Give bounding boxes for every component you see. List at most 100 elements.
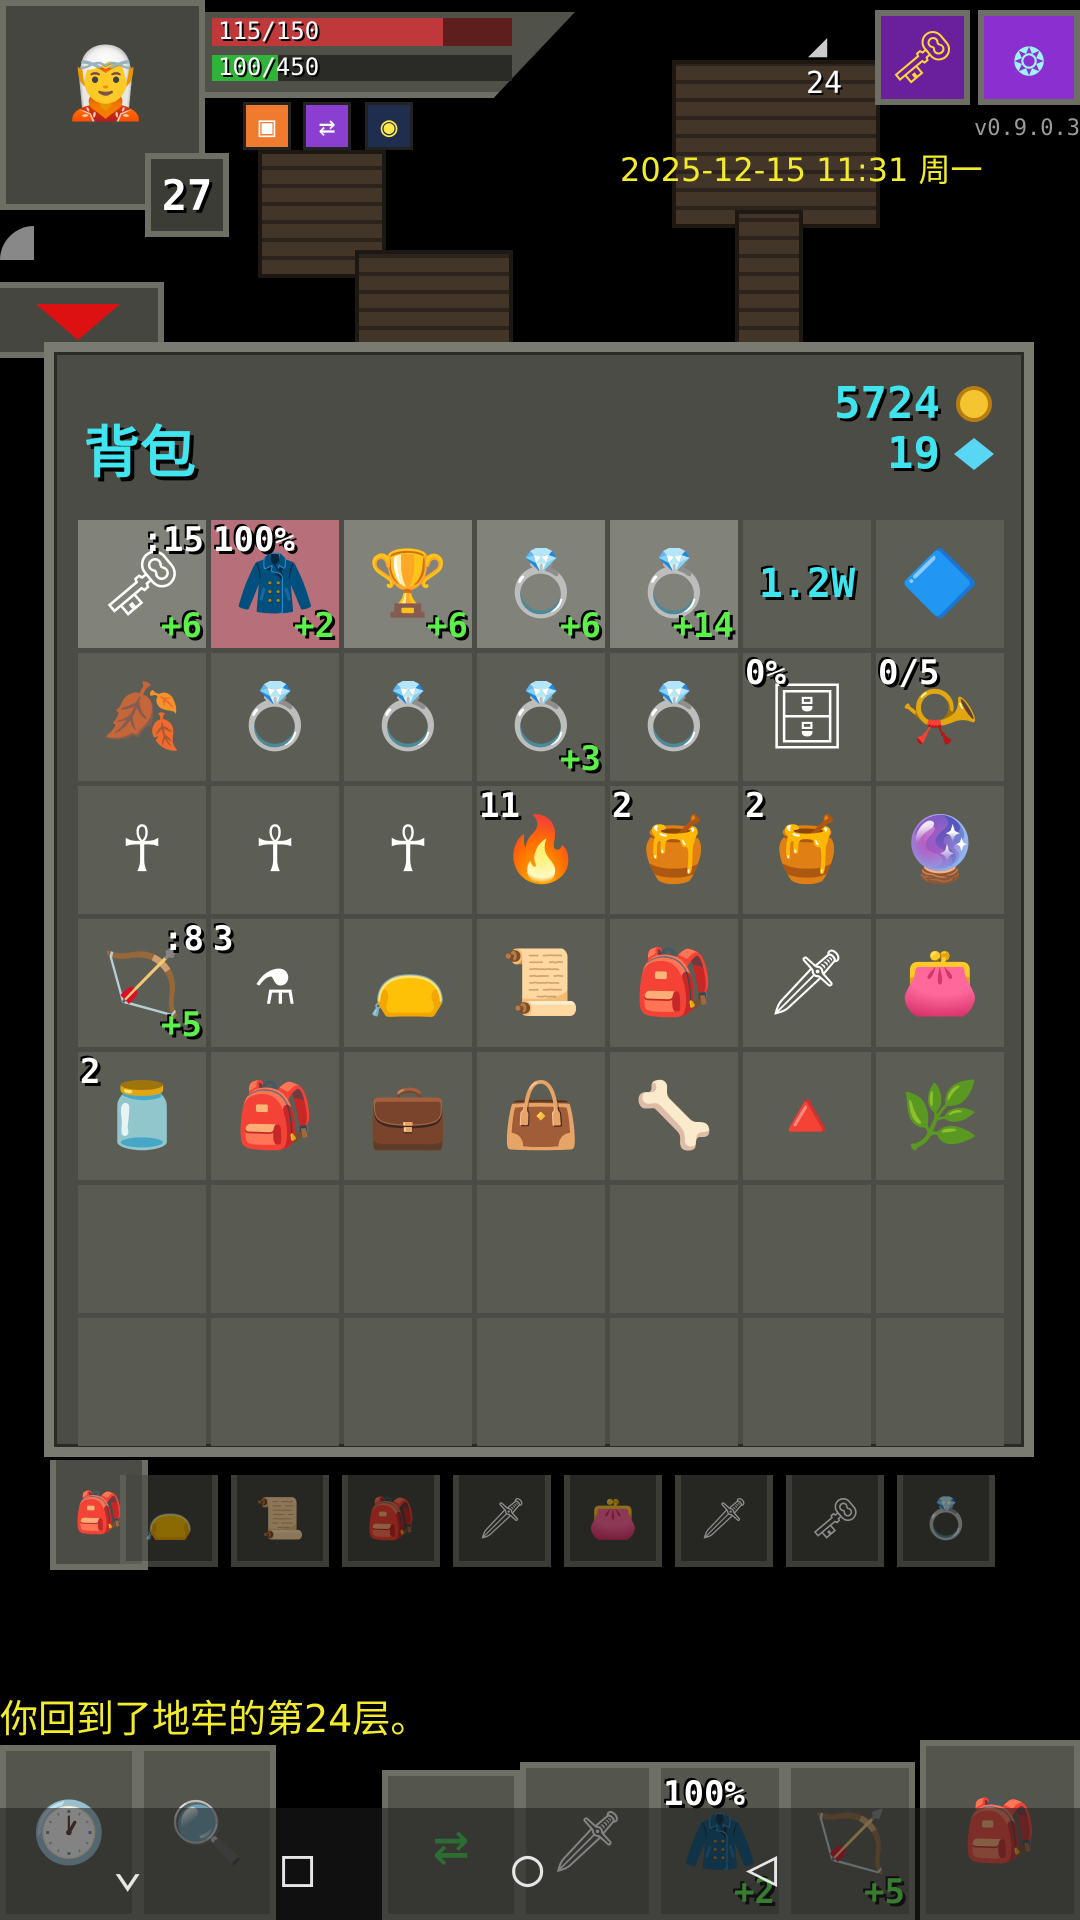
empty-inventory-slot[interactable] bbox=[211, 1318, 339, 1446]
inventory-slot[interactable]: ☥ bbox=[78, 786, 206, 914]
inventory-slot[interactable]: 🗄 0% bbox=[743, 653, 871, 781]
inventory-slot[interactable]: 🔮 bbox=[876, 786, 1004, 914]
gold-count: 5724 bbox=[834, 378, 940, 429]
chevron-down-icon[interactable]: ⌄ bbox=[112, 1838, 143, 1898]
home-square-icon[interactable]: □ bbox=[282, 1838, 313, 1898]
dungeon-wall bbox=[672, 60, 880, 228]
empty-inventory-slot[interactable] bbox=[610, 1185, 738, 1313]
inventory-slot[interactable]: 💍 bbox=[344, 653, 472, 781]
empty-inventory-slot[interactable] bbox=[344, 1185, 472, 1313]
inventory-slot[interactable]: ☥ bbox=[211, 786, 339, 914]
bag-tab[interactable]: 🗡 bbox=[675, 1475, 773, 1567]
small-bag-icon: 👜 bbox=[501, 1079, 581, 1153]
depth-text: 24 bbox=[806, 66, 843, 101]
inventory-slot[interactable]: 💼 bbox=[344, 1052, 472, 1180]
quantity-label: 0% bbox=[745, 653, 786, 693]
inventory-slot[interactable]: 🔺 bbox=[743, 1052, 871, 1180]
inventory-slot[interactable]: 🎒 bbox=[211, 1052, 339, 1180]
chest-bag-icon: 💼 bbox=[368, 1079, 448, 1153]
ring-icon: 💍 bbox=[235, 680, 315, 754]
gold-coin-icon bbox=[956, 386, 992, 422]
empty-inventory-slot[interactable] bbox=[477, 1318, 605, 1446]
bag-tab-icon: 📜 bbox=[255, 1495, 305, 1542]
buff-orange-icon[interactable]: ▣ bbox=[243, 102, 291, 150]
bag-tab-icon: 🗡 bbox=[476, 1495, 528, 1542]
journal-button[interactable]: 🗝 bbox=[875, 10, 970, 105]
inventory-slot[interactable]: 🍯 2 bbox=[743, 786, 871, 914]
bag-tab[interactable]: 💍 bbox=[897, 1475, 995, 1567]
inventory-slot[interactable]: 👛 bbox=[876, 919, 1004, 1047]
buff-purple-arrows-icon[interactable]: ⇄ bbox=[303, 102, 351, 150]
inventory-slot[interactable]: 👝 bbox=[344, 919, 472, 1047]
settings-button[interactable]: ❂ bbox=[978, 10, 1080, 105]
inventory-slot[interactable]: 📯 0/5 bbox=[876, 653, 1004, 781]
inventory-slot[interactable]: 🍂 bbox=[78, 653, 206, 781]
jar-icon: 🫙 bbox=[102, 1079, 182, 1153]
empty-inventory-slot[interactable] bbox=[78, 1318, 206, 1446]
ankh-icon: ☥ bbox=[122, 813, 162, 887]
hero-avatar: 🧝 bbox=[62, 42, 150, 124]
inventory-slot[interactable]: 🗡 bbox=[743, 919, 871, 1047]
purple-quiver-icon: 🗡 bbox=[766, 946, 848, 1020]
inventory-slot[interactable]: 🔥 11 bbox=[477, 786, 605, 914]
inventory-slot[interactable]: 🍯 2 bbox=[610, 786, 738, 914]
horn-icon: 📯 bbox=[900, 680, 980, 754]
red-triangle-icon bbox=[36, 304, 120, 340]
inventory-slot[interactable]: 🔷 bbox=[876, 520, 1004, 648]
inventory-slot[interactable]: 🏆 +6 bbox=[344, 520, 472, 648]
quantity-label: 2 bbox=[80, 1052, 101, 1092]
teal-bag-icon: 👝 bbox=[368, 946, 448, 1020]
bag-tab[interactable]: 📜 bbox=[231, 1475, 329, 1567]
inventory-slot[interactable]: 💍 bbox=[610, 653, 738, 781]
inventory-slot[interactable]: 🗝:15 +6 bbox=[78, 520, 206, 648]
circle-icon[interactable]: ○ bbox=[512, 1838, 543, 1898]
empty-inventory-slot[interactable] bbox=[344, 1318, 472, 1446]
empty-inventory-slot[interactable] bbox=[743, 1318, 871, 1446]
empty-inventory-slot[interactable] bbox=[743, 1185, 871, 1313]
dungeon-wall bbox=[355, 250, 513, 348]
inventory-slot[interactable]: 🏹:8 +5 bbox=[78, 919, 206, 1047]
inventory-slot[interactable]: 1.2W bbox=[743, 520, 871, 648]
inventory-slot[interactable]: 🧥 100% +2 bbox=[211, 520, 339, 648]
inventory-slot[interactable]: 🎒 bbox=[610, 919, 738, 1047]
scroll-bundle-icon: 📜 bbox=[501, 946, 581, 1020]
buff-light-icon[interactable]: ◉ bbox=[365, 102, 413, 150]
bag-tab[interactable]: 🗡 bbox=[453, 1475, 551, 1567]
inventory-slot[interactable]: 💍 bbox=[211, 653, 339, 781]
empty-inventory-slot[interactable] bbox=[876, 1318, 1004, 1446]
upgrade-label: +6 bbox=[161, 606, 202, 646]
empty-inventory-slot[interactable] bbox=[876, 1185, 1004, 1313]
crystal-icon: 🔺 bbox=[767, 1079, 847, 1153]
bag-tab[interactable]: 👝 bbox=[120, 1475, 218, 1567]
quantity-label: 100% bbox=[213, 520, 295, 560]
bag-tab[interactable]: 🗝 bbox=[786, 1475, 884, 1567]
book-bag-icon: 🎒 bbox=[634, 946, 714, 1020]
charge-label: :15 bbox=[142, 520, 204, 560]
inventory-slot[interactable]: 👜 bbox=[477, 1052, 605, 1180]
quantity-label: 2 bbox=[745, 786, 766, 826]
upgrade-label: +5 bbox=[161, 1005, 202, 1045]
inventory-slot[interactable]: 🦴 bbox=[610, 1052, 738, 1180]
bag-tab[interactable]: 🎒 bbox=[342, 1475, 440, 1567]
ring-icon: 💍 bbox=[634, 680, 714, 754]
back-icon[interactable]: ◁ bbox=[746, 1838, 777, 1898]
dungeon-wall bbox=[735, 210, 803, 348]
empty-inventory-slot[interactable] bbox=[610, 1318, 738, 1446]
inventory-grid: 🗝:15 +6 🧥 100% +2 🏆 +6 💍 +6 💍 +14 1.2W 🔷 🍂 💍 💍 💍 +3 💍 🗄 0% 📯 0… bbox=[78, 520, 1004, 1446]
empty-inventory-slot[interactable] bbox=[78, 1185, 206, 1313]
bag-tab[interactable]: 👛 bbox=[564, 1475, 662, 1567]
inventory-slot[interactable]: 💍 +6 bbox=[477, 520, 605, 648]
inventory-slot[interactable]: 📜 bbox=[477, 919, 605, 1047]
inventory-slot[interactable]: 🫙 2 bbox=[78, 1052, 206, 1180]
quantity-label: 11 bbox=[479, 786, 520, 826]
upgrade-label: +6 bbox=[427, 606, 468, 646]
inventory-slot[interactable]: ⚗ 3 bbox=[211, 919, 339, 1047]
empty-inventory-slot[interactable] bbox=[211, 1185, 339, 1313]
hp-text: 115/150 bbox=[218, 17, 320, 45]
empty-inventory-slot[interactable] bbox=[477, 1185, 605, 1313]
inventory-slot[interactable]: 💍 +14 bbox=[610, 520, 738, 648]
blue-artifact-icon: 🔷 bbox=[900, 547, 980, 621]
inventory-slot[interactable]: ☥ bbox=[344, 786, 472, 914]
inventory-slot[interactable]: 💍 +3 bbox=[477, 653, 605, 781]
inventory-slot[interactable]: 🌿 bbox=[876, 1052, 1004, 1180]
